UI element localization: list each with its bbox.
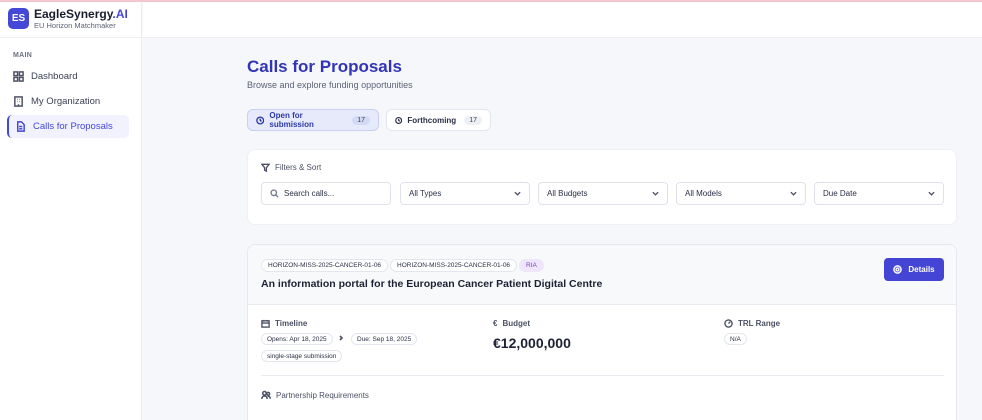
users-icon bbox=[261, 390, 271, 400]
brand-name-text: EagleSynergy bbox=[34, 6, 113, 21]
tab-label: Forthcoming bbox=[407, 115, 457, 125]
timeline-heading: Timeline bbox=[261, 319, 307, 328]
card-divider bbox=[261, 375, 944, 376]
filters-title: Filters & Sort bbox=[261, 163, 321, 172]
timeline-label: Timeline bbox=[275, 319, 308, 328]
sidebar-item-label: Calls for Proposals bbox=[33, 121, 113, 132]
euro-icon: € bbox=[493, 319, 498, 328]
sidebar-item-label: Dashboard bbox=[31, 71, 78, 82]
opens-date-pill: Opens: Apr 18, 2025 bbox=[261, 333, 333, 345]
sort-select-value: Due Date bbox=[823, 189, 857, 198]
model-select-value: All Models bbox=[685, 189, 722, 198]
tab-label: Open for submission bbox=[269, 111, 314, 129]
page-title: Calls for Proposals bbox=[247, 57, 402, 76]
type-select-value: All Types bbox=[409, 189, 442, 198]
target-icon bbox=[893, 265, 903, 274]
search-input[interactable] bbox=[284, 189, 379, 198]
budget-value: €12,000,000 bbox=[493, 335, 571, 351]
chevron-right-icon bbox=[339, 335, 344, 341]
call-card: HORIZON-MISS-2025-CANCER-01-06 HORIZON-M… bbox=[247, 244, 957, 420]
call-title: An information portal for the European C… bbox=[261, 278, 603, 290]
tab-count-badge: 17 bbox=[352, 115, 370, 125]
budget-select-value: All Budgets bbox=[547, 189, 588, 198]
sidebar-item-calls-for-proposals[interactable]: Calls for Proposals bbox=[7, 115, 129, 138]
due-date-pill: Due: Sep 18, 2025 bbox=[351, 333, 418, 345]
filters-title-text: Filters & Sort bbox=[275, 163, 322, 172]
brand[interactable]: ES EagleSynergy.AI EU Horizon Matchmaker bbox=[0, 0, 141, 38]
details-button-label: Details bbox=[908, 265, 935, 274]
brand-name-suffix: .AI bbox=[112, 6, 128, 21]
partnership-label: Partnership Requirements bbox=[276, 390, 369, 400]
chevron-down-icon bbox=[514, 191, 521, 196]
clock-icon bbox=[395, 116, 403, 124]
brand-name: EagleSynergy.AI bbox=[34, 8, 128, 20]
sidebar-item-label: My Organization bbox=[31, 96, 101, 107]
action-type-badge: RIA bbox=[519, 259, 544, 272]
document-icon bbox=[17, 121, 25, 132]
grid-icon bbox=[13, 71, 24, 82]
page-subtitle: Browse and explore funding opportunities bbox=[247, 80, 413, 90]
trl-heading: TRL Range bbox=[724, 319, 780, 328]
sidebar: ES EagleSynergy.AI EU Horizon Matchmaker… bbox=[0, 0, 142, 420]
clock-icon bbox=[256, 115, 265, 125]
budget-heading: € Budget bbox=[493, 319, 530, 328]
submission-type-pill: single-stage submission bbox=[261, 350, 343, 362]
gauge-icon bbox=[724, 319, 733, 328]
call-id-tag: HORIZON-MISS-2025-CANCER-01-06 bbox=[261, 259, 389, 272]
partnership-heading: Partnership Requirements bbox=[261, 390, 369, 400]
filter-icon bbox=[261, 163, 270, 172]
top-header bbox=[143, 2, 982, 38]
tab-count-badge: 17 bbox=[464, 115, 482, 125]
sort-select[interactable]: Due Date bbox=[814, 182, 944, 205]
chevron-down-icon bbox=[790, 191, 797, 196]
sidebar-section-label: MAIN bbox=[13, 52, 33, 59]
brand-subtitle: EU Horizon Matchmaker bbox=[34, 20, 116, 30]
sidebar-item-my-organization[interactable]: My Organization bbox=[7, 90, 129, 113]
main-content: Calls for Proposals Browse and explore f… bbox=[143, 38, 982, 420]
search-icon bbox=[270, 189, 279, 198]
top-accent-line bbox=[0, 0, 982, 2]
type-select[interactable]: All Types bbox=[400, 182, 530, 205]
model-select[interactable]: All Models bbox=[676, 182, 806, 205]
trl-label: TRL Range bbox=[738, 319, 781, 328]
call-card-header: HORIZON-MISS-2025-CANCER-01-06 HORIZON-M… bbox=[248, 245, 956, 305]
topic-id-tag: HORIZON-MISS-2025-CANCER-01-06 bbox=[390, 259, 518, 272]
search-field[interactable] bbox=[261, 182, 391, 205]
chevron-down-icon bbox=[652, 191, 659, 196]
details-button[interactable]: Details bbox=[884, 258, 944, 281]
filters-panel: Filters & Sort All Types All Budgets All… bbox=[247, 149, 957, 225]
building-icon bbox=[14, 96, 23, 107]
trl-value-pill: N/A bbox=[724, 333, 747, 345]
calendar-icon bbox=[261, 319, 270, 328]
chevron-down-icon bbox=[928, 191, 935, 196]
budget-select[interactable]: All Budgets bbox=[538, 182, 668, 205]
sidebar-item-dashboard[interactable]: Dashboard bbox=[7, 65, 129, 88]
tab-open-for-submission[interactable]: Open for submission 17 bbox=[247, 109, 379, 131]
budget-label: Budget bbox=[502, 319, 531, 328]
brand-logo: ES bbox=[8, 8, 29, 29]
tab-forthcoming[interactable]: Forthcoming 17 bbox=[386, 109, 491, 131]
